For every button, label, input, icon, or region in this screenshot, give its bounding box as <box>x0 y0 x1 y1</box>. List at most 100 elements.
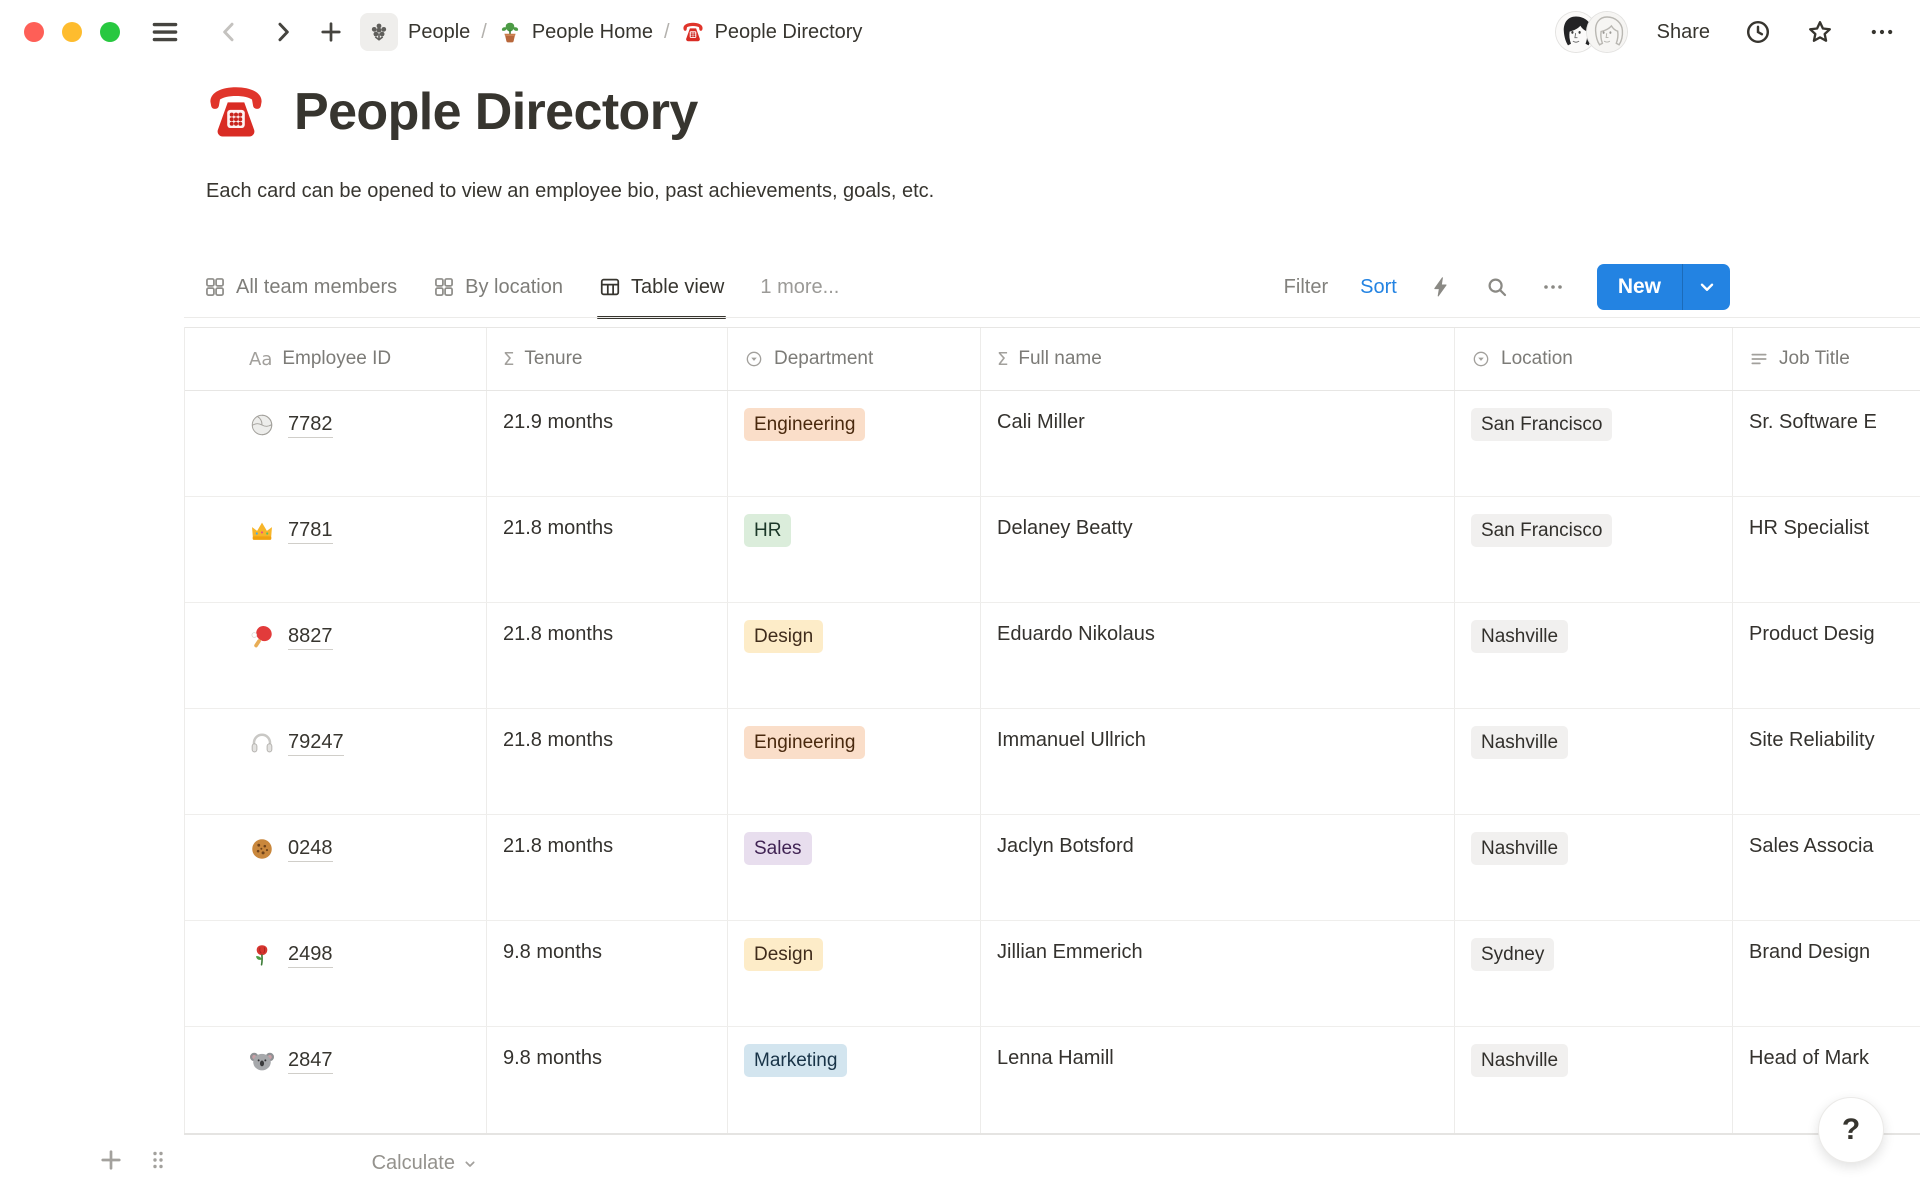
location-cell[interactable]: Nashville <box>1455 709 1733 814</box>
gallery-view-icon <box>204 276 226 298</box>
employee-id-link[interactable]: 7782 <box>288 412 333 438</box>
column-header-location[interactable]: Location <box>1455 328 1733 390</box>
employee-id-cell[interactable]: 8827 <box>185 603 487 708</box>
department-cell[interactable]: Design <box>728 921 981 1026</box>
view-tab-by-location[interactable]: By location <box>433 256 563 318</box>
job-title-cell[interactable]: Site Reliability <box>1733 709 1920 814</box>
text-lines-icon <box>1749 349 1769 369</box>
column-header-tenure[interactable]: ΣTenure <box>487 328 728 390</box>
full-name-cell[interactable]: Immanuel Ullrich <box>981 709 1455 814</box>
department-cell[interactable]: Marketing <box>728 1027 981 1133</box>
employee-id-cell[interactable]: 2847 <box>185 1027 487 1133</box>
employee-id-link[interactable]: 0248 <box>288 836 333 862</box>
sidebar-menu-icon[interactable] <box>150 17 180 47</box>
view-tab-table-view[interactable]: Table view <box>599 256 724 318</box>
breadcrumb-item-people[interactable]: People <box>360 13 470 51</box>
column-header-department[interactable]: Department <box>728 328 981 390</box>
tenure-cell[interactable]: 21.9 months <box>487 391 728 496</box>
red-telephone-page-icon[interactable] <box>204 80 268 144</box>
help-button[interactable]: ? <box>1818 1097 1884 1163</box>
job-title-cell[interactable]: Brand Design <box>1733 921 1920 1026</box>
favorite-star-icon[interactable] <box>1806 18 1834 46</box>
employee-id-link[interactable]: 8827 <box>288 624 333 650</box>
view-tabs: All team members By location Table view <box>204 256 724 318</box>
employee-id-link[interactable]: 2847 <box>288 1048 333 1074</box>
zoom-button[interactable] <box>100 22 120 42</box>
drag-handle-icon[interactable] <box>146 1148 170 1172</box>
location-cell[interactable]: Nashville <box>1455 1027 1733 1133</box>
breadcrumb-item-people-directory[interactable]: People Directory <box>681 20 863 44</box>
location-cell[interactable]: San Francisco <box>1455 391 1733 496</box>
view-tab-all-team-members[interactable]: All team members <box>204 256 397 318</box>
collaborator-avatars[interactable] <box>1556 12 1627 52</box>
filter-button[interactable]: Filter <box>1284 276 1328 299</box>
headphones-emoji-icon <box>249 730 275 756</box>
column-header-employee-id[interactable]: AaEmployee ID <box>185 328 487 390</box>
new-dropdown-chevron-icon[interactable] <box>1683 264 1730 310</box>
calculate-button[interactable]: Calculate <box>184 1152 478 1175</box>
column-header-label: Department <box>774 348 873 370</box>
views-toolbar-row: All team members By location Table view 1 … <box>204 256 1920 318</box>
employee-id-cell[interactable]: 79247 <box>185 709 487 814</box>
new-page-icon[interactable] <box>318 19 344 45</box>
table-row: 8827 21.8 monthsDesignEduardo NikolausNas… <box>185 603 1920 709</box>
department-cell[interactable]: Engineering <box>728 391 981 496</box>
department-cell[interactable]: Design <box>728 603 981 708</box>
location-cell[interactable]: Sydney <box>1455 921 1733 1026</box>
tenure-cell[interactable]: 21.8 months <box>487 603 728 708</box>
add-row-plus-icon[interactable] <box>98 1147 124 1173</box>
page-title: People Directory <box>294 82 698 142</box>
job-title-cell[interactable]: Sr. Software E <box>1733 391 1920 496</box>
location-cell[interactable]: Nashville <box>1455 603 1733 708</box>
sort-button[interactable]: Sort <box>1360 276 1397 299</box>
forward-icon[interactable] <box>270 19 296 45</box>
location-badge: San Francisco <box>1471 514 1612 547</box>
employee-id-link[interactable]: 2498 <box>288 942 333 968</box>
new-button-label[interactable]: New <box>1597 264 1682 310</box>
tenure-cell[interactable]: 21.8 months <box>487 815 728 920</box>
tenure-cell[interactable]: 21.8 months <box>487 709 728 814</box>
column-header-job-title[interactable]: Job Title <box>1733 328 1920 390</box>
tenure-cell[interactable]: 9.8 months <box>487 1027 728 1133</box>
location-badge: Nashville <box>1471 1044 1568 1077</box>
automations-lightning-icon[interactable] <box>1429 275 1453 299</box>
full-name-cell[interactable]: Jillian Emmerich <box>981 921 1455 1026</box>
employee-id-cell[interactable]: 0248 <box>185 815 487 920</box>
more-options-icon[interactable] <box>1868 18 1896 46</box>
minimize-button[interactable] <box>62 22 82 42</box>
employee-id-cell[interactable]: 7781 <box>185 497 487 602</box>
search-icon[interactable] <box>1485 275 1509 299</box>
job-title-cell[interactable]: Sales Associa <box>1733 815 1920 920</box>
back-icon[interactable] <box>216 19 242 45</box>
full-name-cell[interactable]: Lenna Hamill <box>981 1027 1455 1133</box>
volleyball-emoji-icon <box>249 412 275 438</box>
employee-id-link[interactable]: 7781 <box>288 518 333 544</box>
location-cell[interactable]: Nashville <box>1455 815 1733 920</box>
department-cell[interactable]: Engineering <box>728 709 981 814</box>
new-button[interactable]: New <box>1597 264 1730 310</box>
share-button[interactable]: Share <box>1657 21 1710 44</box>
updates-clock-icon[interactable] <box>1744 18 1772 46</box>
department-cell[interactable]: HR <box>728 497 981 602</box>
job-title-cell[interactable]: Product Desig <box>1733 603 1920 708</box>
location-cell[interactable]: San Francisco <box>1455 497 1733 602</box>
full-name-cell[interactable]: Jaclyn Botsford <box>981 815 1455 920</box>
breadcrumb-item-people-home[interactable]: People Home <box>498 20 653 44</box>
close-button[interactable] <box>24 22 44 42</box>
collaborator-avatar[interactable] <box>1587 12 1627 52</box>
view-tab-label: All team members <box>236 276 397 299</box>
tenure-cell[interactable]: 9.8 months <box>487 921 728 1026</box>
more-views-button[interactable]: 1 more... <box>760 276 839 299</box>
tenure-cell[interactable]: 21.8 months <box>487 497 728 602</box>
view-settings-icon[interactable] <box>1541 275 1565 299</box>
column-header-full-name[interactable]: ΣFull name <box>981 328 1455 390</box>
employee-id-link[interactable]: 79247 <box>288 730 344 756</box>
full-name-cell[interactable]: Cali Miller <box>981 391 1455 496</box>
employee-id-cell[interactable]: 7782 <box>185 391 487 496</box>
job-title-cell[interactable]: HR Specialist <box>1733 497 1920 602</box>
employee-id-cell[interactable]: 2498 <box>185 921 487 1026</box>
full-name-cell[interactable]: Eduardo Nikolaus <box>981 603 1455 708</box>
department-cell[interactable]: Sales <box>728 815 981 920</box>
full-name-cell[interactable]: Delaney Beatty <box>981 497 1455 602</box>
breadcrumb: People/People Home/People Directory <box>360 13 862 51</box>
